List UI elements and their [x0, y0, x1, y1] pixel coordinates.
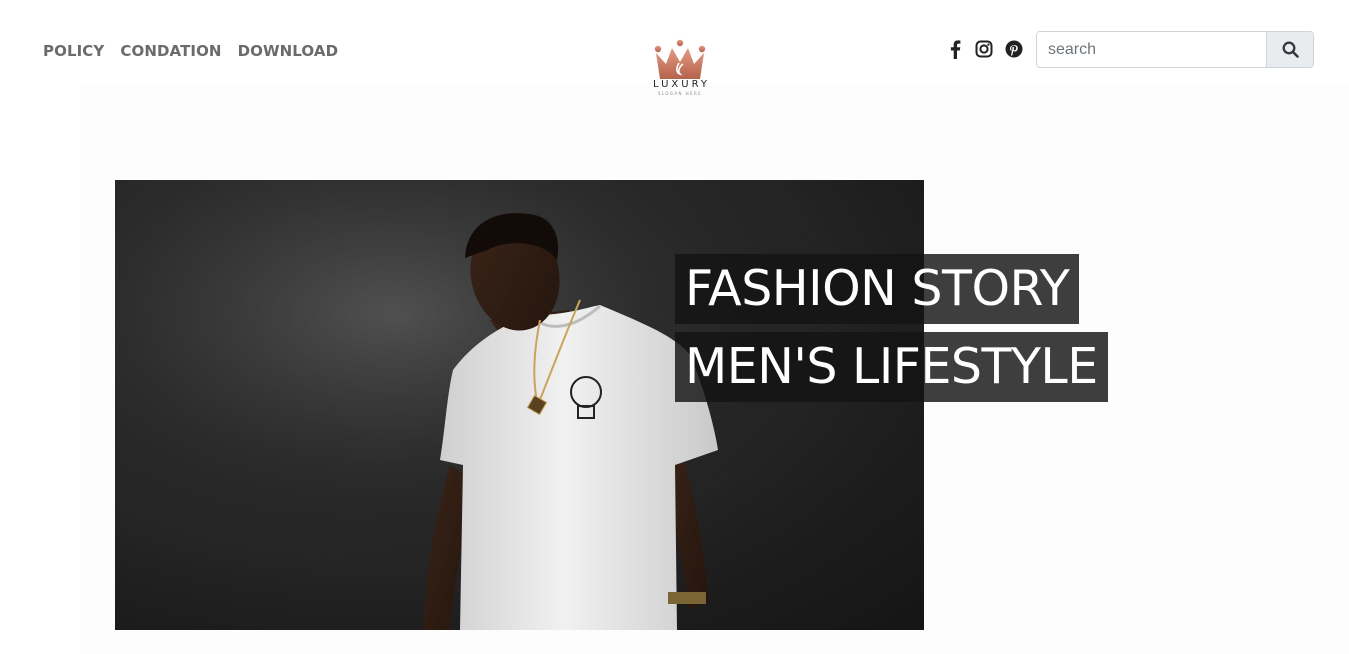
nav-download-link[interactable]: DOWNLOAD: [238, 42, 339, 60]
model-photo: [115, 180, 924, 630]
nav-condation-link[interactable]: CONDATION: [120, 42, 221, 60]
search-bar: [1036, 31, 1314, 68]
facebook-icon[interactable]: [950, 40, 961, 59]
search-input[interactable]: [1037, 32, 1266, 67]
logo-tagline: SLOGAN HERE: [657, 91, 703, 96]
top-nav: POLICY CONDATION DOWNLOAD: [43, 42, 338, 60]
search-button[interactable]: [1266, 32, 1313, 67]
brand-logo[interactable]: LUXURY SLOGAN HERE: [640, 38, 720, 108]
hero-image: [115, 180, 924, 630]
nav-policy-link[interactable]: POLICY: [43, 42, 104, 60]
hero-caption-line1: FASHION STORY: [675, 254, 1080, 324]
hero-subtitle: MEN'S LIFESTYLE: [675, 332, 1108, 402]
hero-caption-line2: MEN'S LIFESTYLE: [675, 332, 1108, 402]
instagram-icon[interactable]: [975, 40, 993, 58]
search-icon: [1282, 41, 1299, 58]
pinterest-icon[interactable]: [1005, 40, 1023, 58]
crown-icon: [654, 39, 706, 79]
logo-text: LUXURY: [653, 79, 710, 90]
hero-title: FASHION STORY: [675, 254, 1080, 324]
